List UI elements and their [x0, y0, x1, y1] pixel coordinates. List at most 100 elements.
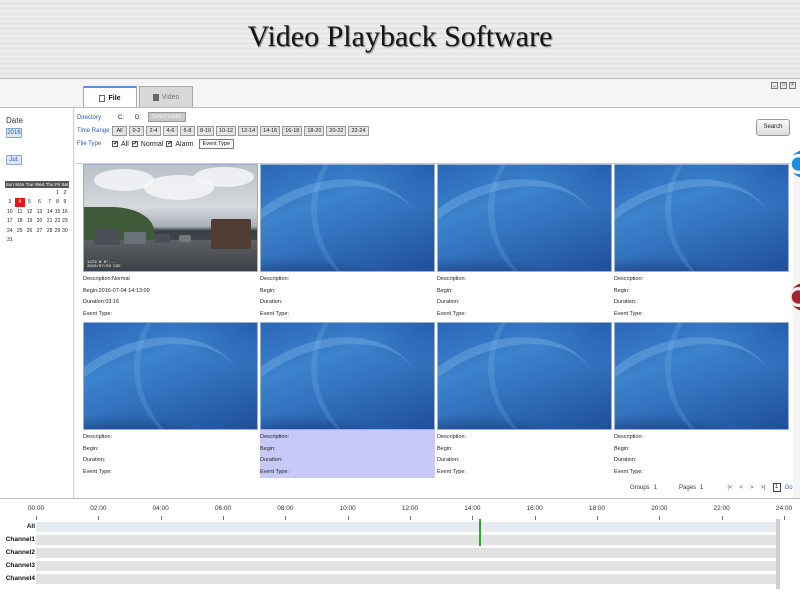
calendar-day[interactable]: 10 — [5, 207, 15, 217]
drive-d[interactable]: D: — [135, 115, 141, 121]
event-type-button[interactable]: Event Type — [198, 139, 235, 149]
calendar-day[interactable]: 29 — [54, 226, 61, 236]
calendar-day[interactable]: 20 — [34, 217, 45, 227]
calendar-day[interactable]: 19 — [25, 217, 34, 227]
calendar-day[interactable]: 9 — [61, 198, 69, 208]
empty-thumbnail[interactable] — [614, 322, 789, 430]
calendar-day[interactable]: 11 — [15, 207, 25, 217]
calendar-day[interactable]: 17 — [5, 217, 15, 227]
file-metadata: Description: Begin: Duration: Event Type: — [614, 430, 789, 478]
calendar-day[interactable]: 16 — [61, 207, 69, 217]
calendar-day[interactable]: 30 — [61, 226, 69, 236]
calendar-day[interactable]: 5 — [25, 198, 34, 208]
channel-track[interactable] — [36, 548, 776, 558]
calendar-day[interactable]: 18 — [15, 217, 25, 227]
calendar-day[interactable]: 13 — [34, 207, 45, 217]
go-button[interactable]: Go — [785, 485, 793, 491]
calendar-day[interactable]: 31 — [5, 236, 15, 246]
file-card[interactable]: 1279 N 8°... 2016/07/04 CGE Description:No… — [83, 164, 258, 320]
time-tick — [534, 516, 536, 520]
time-range-button[interactable]: 16-18 — [282, 126, 303, 136]
calendar-day[interactable]: 2 — [61, 188, 69, 198]
checkbox-normal[interactable]: ✔ — [131, 141, 138, 147]
time-range-button[interactable]: 6-8 — [180, 126, 195, 136]
calendar-day[interactable]: 8 — [54, 198, 61, 208]
time-range-button[interactable]: 12-14 — [238, 126, 259, 136]
checkbox-alarm[interactable]: ✔ — [166, 141, 172, 147]
file-icon — [99, 94, 106, 102]
calendar-day[interactable]: 7 — [45, 198, 54, 208]
time-tick-label: 20:00 — [651, 505, 668, 512]
empty-thumbnail[interactable] — [614, 164, 789, 272]
calendar-empty — [15, 236, 25, 246]
calendar-day[interactable]: 15 — [54, 207, 61, 217]
empty-thumbnail[interactable] — [260, 322, 435, 430]
channel-track[interactable] — [36, 574, 776, 584]
time-range-button[interactable]: All — [112, 126, 127, 136]
file-card[interactable]: Description: Begin: Duration: Event Type: — [614, 322, 789, 478]
restore-icon[interactable]: □ — [780, 82, 787, 89]
timeline-scrollbar[interactable] — [776, 519, 780, 589]
select-folder-button[interactable]: Select Folder — [148, 112, 186, 122]
file-grid: 1279 N 8°... 2016/07/04 CGE Description:No… — [75, 164, 793, 498]
calendar-day[interactable]: 26 — [25, 226, 34, 236]
time-range-button[interactable]: 14-16 — [260, 126, 281, 136]
empty-thumbnail[interactable] — [437, 322, 612, 430]
calendar-day[interactable]: 23 — [61, 217, 69, 227]
file-card[interactable]: Description: Begin: Duration: Event Type: — [437, 164, 612, 320]
calendar-day[interactable]: 6 — [34, 198, 45, 208]
tab-video[interactable]: Video — [139, 86, 193, 108]
time-range-button[interactable]: 0-2 — [129, 126, 144, 136]
calendar-day[interactable]: 21 — [45, 217, 54, 227]
video-thumbnail[interactable]: 1279 N 8°... 2016/07/04 CGE — [83, 164, 258, 272]
time-range-button[interactable]: 22-24 — [348, 126, 369, 136]
calendar-day[interactable]: 14 — [45, 207, 54, 217]
time-tick — [784, 516, 785, 520]
close-icon[interactable]: × — [789, 82, 796, 89]
channel-track[interactable] — [36, 561, 776, 571]
drive-c[interactable]: C: — [118, 115, 124, 121]
next-page-button[interactable]: > — [750, 485, 754, 491]
calendar-day[interactable]: 4 — [14, 197, 26, 207]
empty-thumbnail[interactable] — [260, 164, 435, 272]
year-selector[interactable]: 2016 — [6, 128, 22, 138]
empty-thumbnail[interactable] — [83, 322, 258, 430]
first-page-button[interactable]: |< — [727, 485, 732, 491]
last-page-button[interactable]: >| — [760, 485, 765, 491]
calendar-day[interactable]: 12 — [25, 207, 34, 217]
time-range-button[interactable]: 18-20 — [304, 126, 325, 136]
checkbox-all[interactable]: ✔ — [112, 141, 118, 147]
time-range-button[interactable]: 2-4 — [146, 126, 161, 136]
time-range-button[interactable]: 8-10 — [197, 126, 215, 136]
file-card[interactable]: Description: Begin: Duration: Event Type: — [260, 322, 435, 478]
file-card[interactable]: Description: Begin: Duration: Event Type: — [614, 164, 789, 320]
playhead-marker[interactable] — [479, 519, 482, 546]
file-card[interactable]: Description: Begin: Duration: Event Type: — [437, 322, 612, 478]
file-card[interactable]: Description: Begin: Duration: Event Type: — [83, 322, 258, 478]
directory-label: Directory — [77, 115, 102, 121]
page-number-input[interactable]: 1 — [772, 483, 781, 492]
search-button[interactable]: Search — [756, 119, 790, 136]
time-range-button[interactable]: 20-22 — [326, 126, 347, 136]
meta-begin: Begin: — [614, 287, 630, 294]
time-range-button[interactable]: 10-12 — [216, 126, 237, 136]
calendar-day[interactable]: 24 — [5, 226, 15, 236]
calendar-day[interactable]: 27 — [34, 226, 45, 236]
meta-description: Description: — [260, 434, 290, 440]
time-tick-label: 14:00 — [464, 505, 481, 512]
empty-thumbnail[interactable] — [437, 164, 612, 272]
type-alarm-label: Alarm — [175, 140, 194, 148]
minimize-icon[interactable]: _ — [771, 82, 778, 89]
calendar-day[interactable]: 25 — [15, 226, 25, 236]
calendar-day[interactable]: 1 — [54, 188, 61, 198]
month-selector[interactable]: Jul. — [6, 155, 22, 165]
prev-page-button[interactable]: < — [739, 485, 743, 491]
tab-file[interactable]: File — [83, 86, 137, 108]
calendar-day[interactable]: 3 — [5, 198, 15, 208]
calendar-day[interactable]: 22 — [54, 217, 61, 227]
channel-track[interactable] — [36, 522, 776, 532]
time-range-button[interactable]: 4-6 — [163, 126, 178, 136]
file-card[interactable]: Description: Begin: Duration: Event Type: — [260, 164, 435, 320]
calendar-day[interactable]: 28 — [45, 226, 54, 236]
channel-track[interactable] — [36, 535, 776, 545]
